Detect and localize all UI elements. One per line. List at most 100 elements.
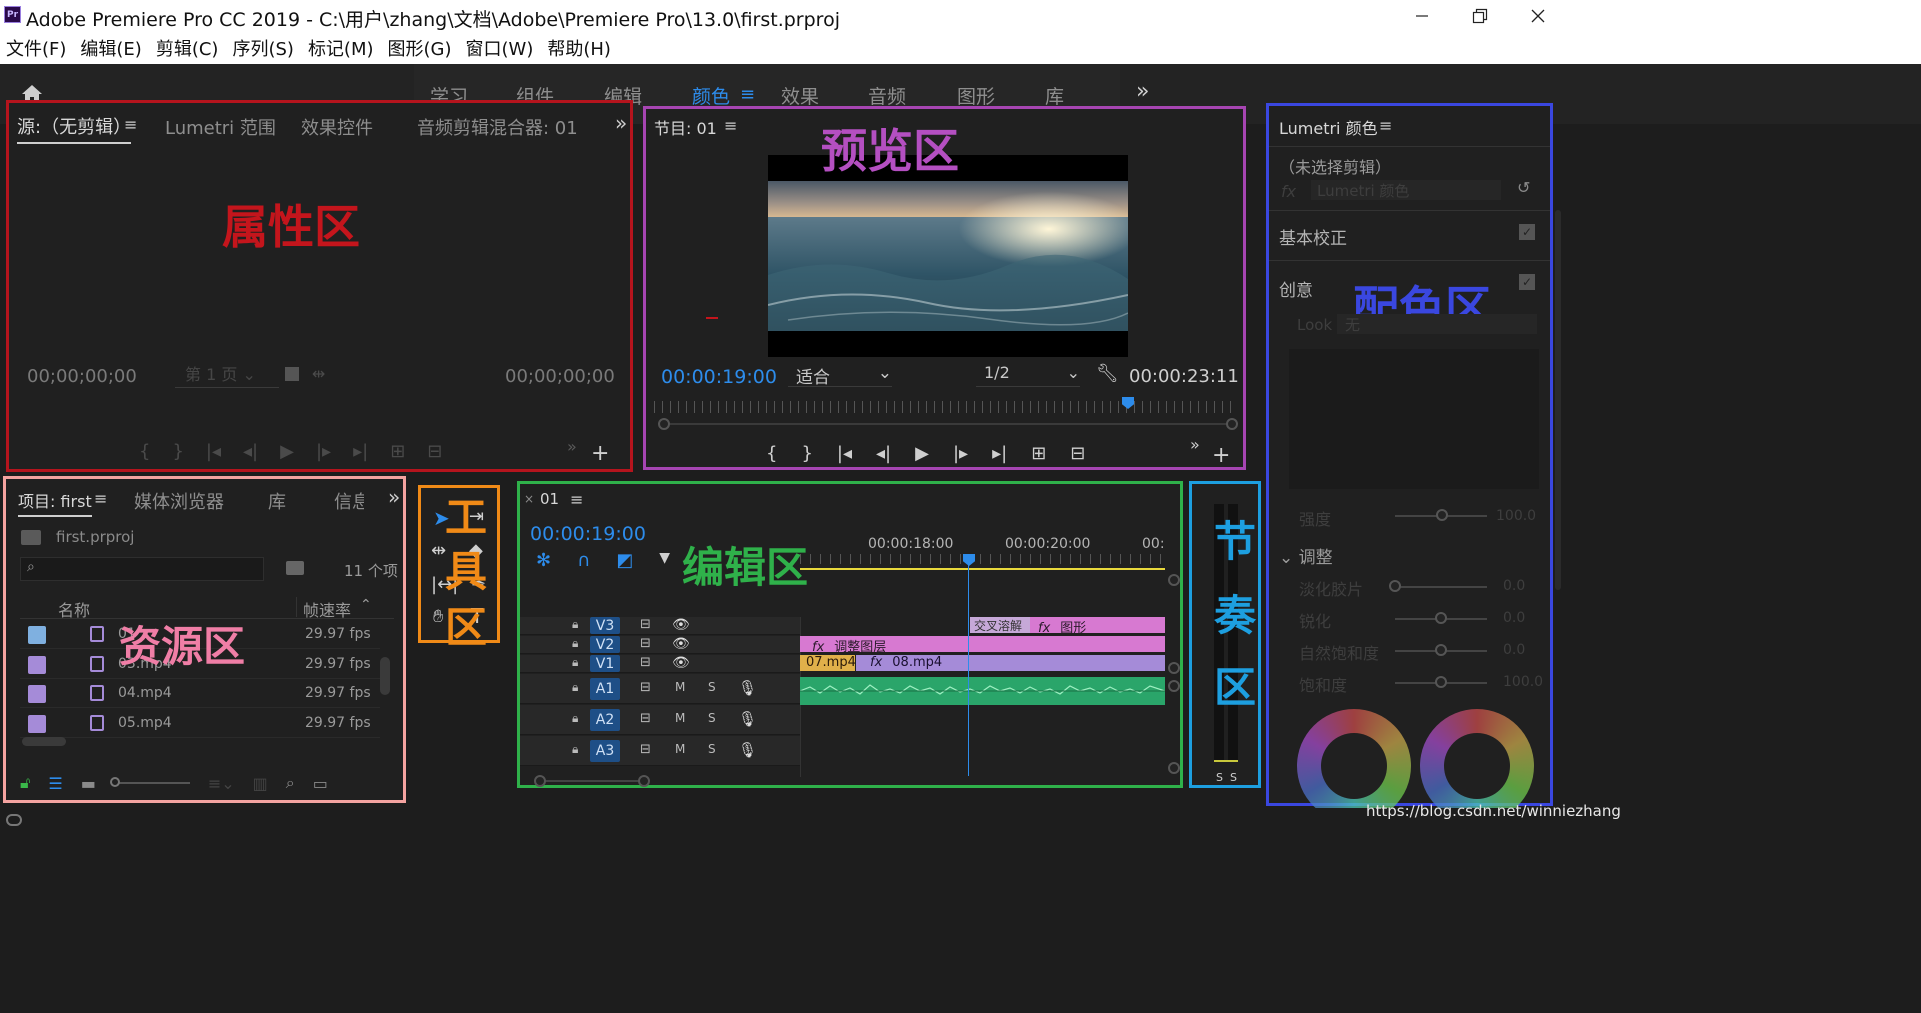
basic-correction-checkbox[interactable]: ✓ bbox=[1519, 224, 1535, 240]
icon-view-icon[interactable]: ▬ bbox=[81, 774, 96, 793]
source-insert-icon[interactable]: ⊞ bbox=[390, 441, 405, 462]
program-add-icon[interactable]: + bbox=[1212, 443, 1230, 468]
tab-project[interactable]: 项目: first bbox=[18, 488, 92, 517]
tab-libraries[interactable]: 库 bbox=[268, 488, 286, 514]
close-icon[interactable] bbox=[1518, 4, 1558, 28]
timeline-close-icon[interactable]: × bbox=[524, 492, 534, 506]
lock-icon[interactable]: 🔒︎ bbox=[572, 680, 578, 695]
source-step-back-icon[interactable]: ◂| bbox=[243, 441, 258, 462]
program-mark-out-icon[interactable]: } bbox=[801, 443, 812, 464]
project-list-item[interactable]: 05.mp4 29.97 fps bbox=[20, 709, 380, 738]
sync-lock-icon[interactable]: ⊟ bbox=[640, 655, 651, 670]
mute-button[interactable]: M bbox=[675, 680, 685, 694]
mute-button[interactable]: M bbox=[675, 742, 685, 756]
solo-button[interactable]: S bbox=[708, 742, 716, 756]
program-tab-menu-icon[interactable]: ≡ bbox=[724, 116, 737, 135]
track-target[interactable]: V1 bbox=[590, 655, 620, 672]
timeline-playhead[interactable] bbox=[963, 554, 975, 566]
maximize-icon[interactable] bbox=[1460, 4, 1500, 28]
solo-button[interactable]: S bbox=[708, 711, 716, 725]
audio-clip-a1[interactable] bbox=[800, 677, 1165, 705]
program-lift-icon[interactable]: ⊞ bbox=[1031, 443, 1046, 464]
microphone-icon[interactable]: 🎙︎ bbox=[738, 741, 757, 759]
workspace-graphics[interactable]: 图形 bbox=[957, 82, 995, 109]
project-hscrollbar[interactable] bbox=[22, 737, 66, 746]
project-search-input[interactable]: ⌕ bbox=[20, 557, 264, 581]
source-step-forward-icon[interactable]: |▸ bbox=[316, 441, 331, 462]
menu-help[interactable]: 帮助(H) bbox=[547, 35, 611, 61]
workspace-libraries[interactable]: 库 bbox=[1045, 82, 1064, 109]
sync-lock-icon[interactable]: ⊟ bbox=[640, 711, 651, 726]
track-target[interactable]: V2 bbox=[590, 636, 620, 653]
slider-track[interactable] bbox=[1395, 586, 1487, 588]
sync-lock-icon[interactable]: ⊟ bbox=[640, 636, 651, 651]
mute-button[interactable]: M bbox=[675, 711, 685, 725]
slider-knob[interactable] bbox=[1435, 612, 1447, 624]
lock-icon[interactable]: 🔒︎ bbox=[572, 617, 578, 632]
workspace-overflow-icon[interactable]: » bbox=[1136, 79, 1149, 104]
slider-value[interactable]: 0.0 bbox=[1503, 642, 1525, 658]
source-play-icon[interactable]: ▶ bbox=[280, 441, 294, 462]
lock-icon[interactable]: 🔓︎ bbox=[20, 773, 30, 793]
intensity-slider[interactable] bbox=[1436, 509, 1448, 521]
slider-knob[interactable] bbox=[1389, 580, 1401, 592]
work-area-bar[interactable] bbox=[800, 568, 1165, 570]
section-adjust[interactable]: ⌄ 调整 bbox=[1279, 543, 1333, 568]
project-overflow-icon[interactable]: » bbox=[388, 485, 400, 509]
col-name-header[interactable]: 名称 bbox=[58, 597, 90, 621]
creative-checkbox[interactable]: ✓ bbox=[1519, 274, 1535, 290]
source-overwrite-icon[interactable]: ⊟ bbox=[427, 441, 442, 462]
wrench-icon[interactable]: 🔧︎ bbox=[1096, 363, 1119, 384]
source-goto-in-icon[interactable]: |◂ bbox=[206, 441, 221, 462]
lumetri-tab-menu-icon[interactable]: ≡ bbox=[1379, 116, 1392, 135]
eye-icon[interactable]: 👁︎ bbox=[672, 617, 690, 633]
program-time-ruler[interactable] bbox=[654, 401, 1238, 413]
menu-graphics[interactable]: 图形(G) bbox=[388, 35, 452, 61]
menu-markers[interactable]: 标记(M) bbox=[308, 35, 374, 61]
creative-cloud-icon[interactable] bbox=[6, 814, 22, 826]
find-icon[interactable]: ⌕ bbox=[286, 773, 295, 793]
program-goto-in-icon[interactable]: |◂ bbox=[837, 443, 852, 464]
timeline-tab-menu-icon[interactable]: ≡ bbox=[570, 490, 583, 509]
program-scrollbar[interactable] bbox=[658, 418, 1238, 430]
slider-value[interactable]: 100.0 bbox=[1503, 674, 1543, 690]
program-timecode-current[interactable]: 00:00:19:00 bbox=[661, 366, 777, 388]
solo-button[interactable]: S bbox=[708, 680, 716, 694]
source-mark-out-icon[interactable]: } bbox=[172, 441, 183, 462]
slider-knob[interactable] bbox=[1435, 676, 1447, 688]
timeline-vscroll[interactable] bbox=[1168, 574, 1180, 774]
clip-07[interactable]: 07.mp4 bbox=[800, 655, 856, 671]
snap-icon[interactable]: ∩ bbox=[577, 550, 590, 571]
tab-lumetri-scopes[interactable]: Lumetri 范围 bbox=[165, 114, 276, 140]
source-zoom-icon[interactable]: ⇹ bbox=[312, 364, 325, 383]
sort-ascending-icon[interactable]: ⌃ bbox=[360, 597, 372, 613]
slider-value[interactable]: 0.0 bbox=[1503, 578, 1525, 594]
timeline-hscroll[interactable] bbox=[534, 775, 650, 787]
program-mark-in-icon[interactable]: { bbox=[766, 443, 777, 464]
sync-lock-icon[interactable]: ⊟ bbox=[640, 680, 651, 695]
source-page-select[interactable]: 第 1 页 ⌄ bbox=[175, 364, 279, 388]
lumetri-effect-select[interactable]: Lumetri 颜色 bbox=[1311, 180, 1501, 200]
tab-effect-controls[interactable]: 效果控件 bbox=[301, 114, 373, 140]
program-fit-select[interactable]: 适合 ⌄ bbox=[788, 363, 892, 388]
label-color-swatch[interactable] bbox=[28, 655, 46, 674]
menu-edit[interactable]: 编辑(E) bbox=[80, 35, 141, 61]
source-overflow-icon[interactable]: » bbox=[615, 111, 627, 135]
source-export-icon[interactable] bbox=[285, 367, 299, 381]
section-creative[interactable]: 创意 bbox=[1279, 276, 1313, 301]
source-add-icon[interactable]: + bbox=[591, 441, 609, 466]
reset-icon[interactable]: ↺ bbox=[1517, 178, 1530, 197]
program-play-icon[interactable]: ▶ bbox=[915, 443, 929, 464]
timeline-timecode[interactable]: 00:00:19:00 bbox=[530, 523, 646, 545]
eye-icon[interactable]: 👁︎ bbox=[672, 655, 690, 671]
section-basic-correction[interactable]: 基本校正 bbox=[1279, 224, 1347, 249]
workspace-audio[interactable]: 音频 bbox=[868, 82, 906, 109]
clip-08[interactable]: fx 08.mp4 bbox=[856, 655, 1165, 671]
track-target[interactable]: A1 bbox=[590, 678, 620, 700]
menu-file[interactable]: 文件(F) bbox=[6, 35, 66, 61]
tab-audio-clip-mixer[interactable]: 音频剪辑混合器: 01 bbox=[417, 114, 578, 140]
nest-icon[interactable]: ✻ bbox=[536, 550, 551, 571]
zoom-slider[interactable] bbox=[109, 777, 190, 787]
new-bin-search-icon[interactable] bbox=[286, 561, 304, 575]
add-marker-icon[interactable]: ▼ bbox=[659, 550, 670, 571]
